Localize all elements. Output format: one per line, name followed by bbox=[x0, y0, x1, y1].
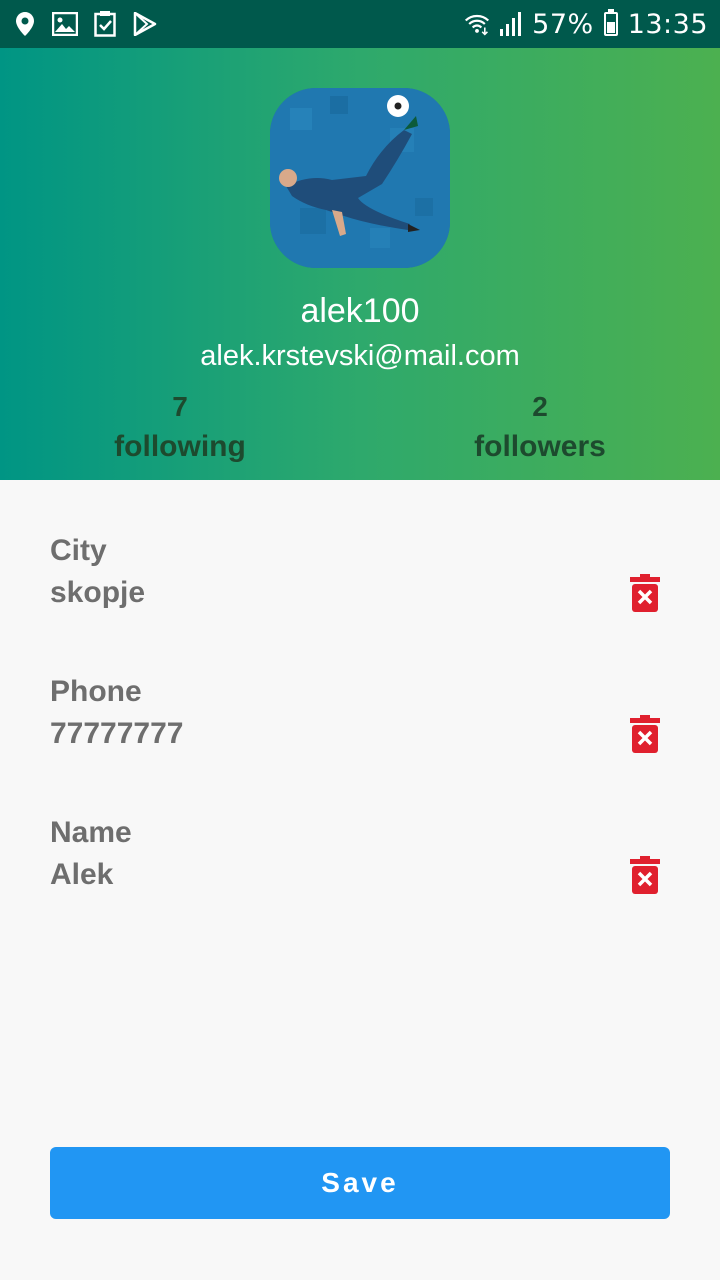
location-icon bbox=[12, 11, 38, 37]
field-phone: Phone 77777777 bbox=[50, 675, 670, 775]
save-button[interactable]: Save bbox=[50, 1147, 670, 1219]
field-value: 77777777 bbox=[50, 717, 184, 750]
followers-count: 2 bbox=[532, 391, 548, 422]
field-label: Name bbox=[50, 816, 132, 849]
status-bar-notifications bbox=[0, 11, 158, 37]
following-stat[interactable]: 7 following bbox=[60, 390, 300, 464]
profile-header: alek100 alek.krstevski@mail.com 7 follow… bbox=[0, 48, 720, 480]
followers-stat[interactable]: 2 followers bbox=[420, 390, 660, 464]
delete-name-button[interactable] bbox=[630, 856, 660, 894]
following-count: 7 bbox=[172, 391, 188, 422]
delete-phone-button[interactable] bbox=[630, 715, 660, 753]
avatar[interactable] bbox=[270, 88, 450, 268]
field-label: Phone bbox=[50, 675, 142, 708]
task-check-icon bbox=[92, 11, 118, 37]
field-label: City bbox=[50, 534, 107, 567]
avatar-image bbox=[270, 88, 450, 268]
username: alek100 bbox=[300, 292, 420, 330]
wifi-icon bbox=[464, 11, 490, 37]
email: alek.krstevski@mail.com bbox=[200, 340, 520, 372]
battery-icon bbox=[603, 9, 618, 36]
status-bar: 57% 13:35 bbox=[0, 0, 720, 48]
trash-icon bbox=[630, 574, 660, 612]
battery-level-fill bbox=[606, 21, 615, 33]
play-store-icon bbox=[132, 11, 158, 37]
battery-percent: 57% bbox=[532, 8, 594, 40]
field-value: Alek bbox=[50, 858, 114, 891]
signal-icon bbox=[498, 11, 524, 37]
field-city: City skopje bbox=[50, 534, 670, 634]
following-label: following bbox=[114, 430, 246, 463]
followers-label: followers bbox=[474, 430, 606, 463]
trash-icon bbox=[630, 856, 660, 894]
trash-icon bbox=[630, 715, 660, 753]
clock: 13:35 bbox=[627, 8, 708, 40]
status-bar-system: 57% 13:35 bbox=[464, 9, 720, 40]
image-icon bbox=[52, 11, 78, 37]
field-name: Name Alek bbox=[50, 816, 670, 916]
field-value: skopje bbox=[50, 576, 146, 609]
delete-city-button[interactable] bbox=[630, 574, 660, 612]
